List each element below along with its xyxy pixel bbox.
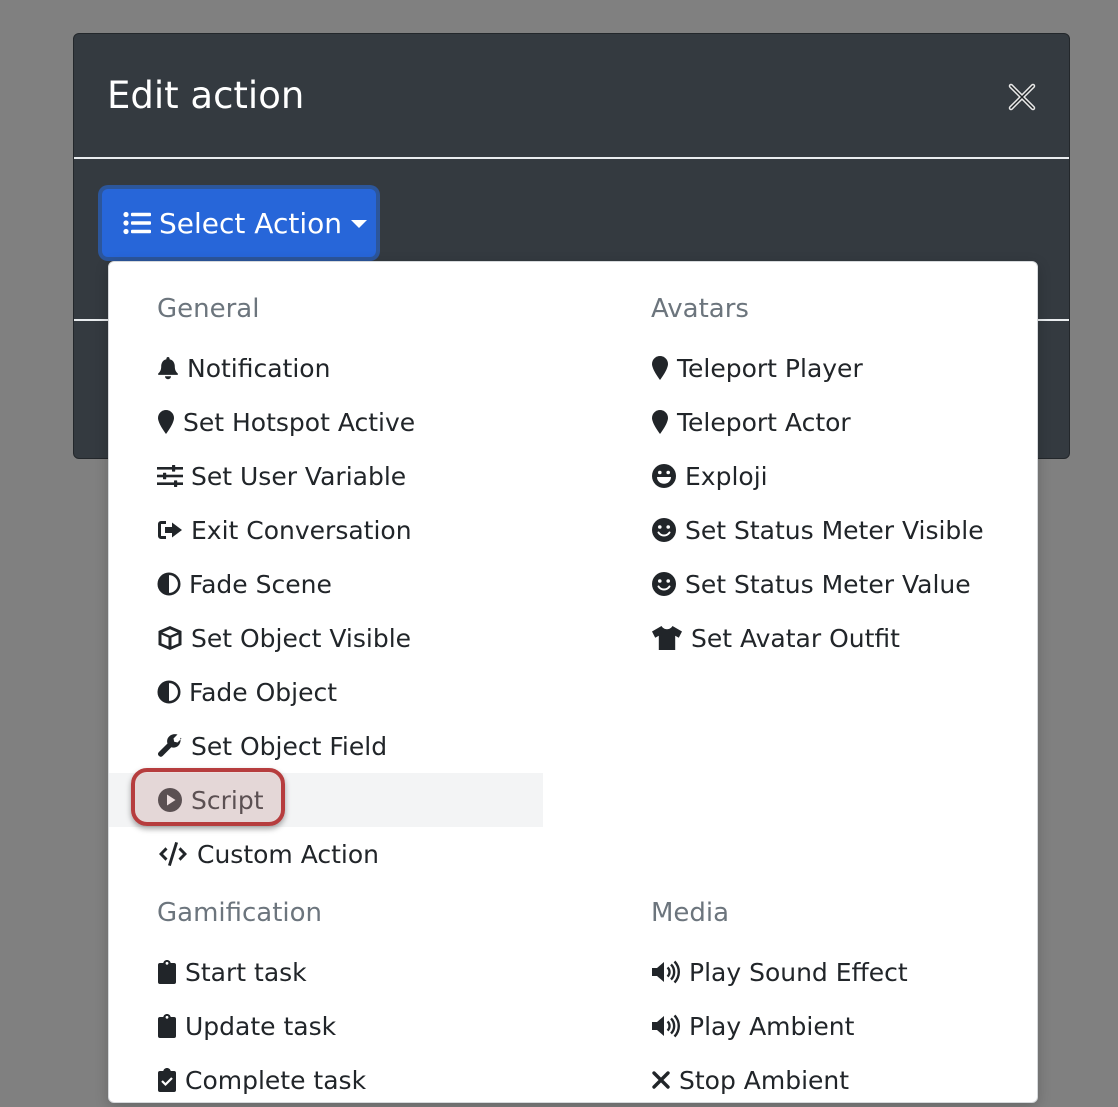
menu-item-set-status-meter-visible[interactable]: Set Status Meter Visible xyxy=(602,503,1032,557)
menu-item-complete-task[interactable]: Complete task xyxy=(109,1053,543,1107)
times-icon xyxy=(651,1069,671,1091)
menu-item-update-task[interactable]: Update task xyxy=(109,999,543,1053)
menu-item-label: Fade Scene xyxy=(189,569,332,599)
menu-item-set-avatar-outfit[interactable]: Set Avatar Outfit xyxy=(602,611,1032,665)
tshirt-icon xyxy=(651,625,683,651)
clipboard-icon xyxy=(157,959,177,985)
menu-item-label: Start task xyxy=(185,957,307,987)
menu-item-label: Play Sound Effect xyxy=(689,957,908,987)
menu-item-start-task[interactable]: Start task xyxy=(109,945,543,999)
menu-item-label: Set Object Field xyxy=(191,731,388,761)
menu-item-label: Set User Variable xyxy=(191,461,407,491)
menu-item-label: Set Object Visible xyxy=(191,623,412,653)
close-icon[interactable] xyxy=(1004,79,1040,115)
menu-item-label: Teleport Player xyxy=(677,353,863,383)
menu-item-exit-conversation[interactable]: Exit Conversation xyxy=(109,503,543,557)
menu-item-label: Set Hotspot Active xyxy=(183,407,416,437)
menu-item-label: Fade Object xyxy=(189,677,338,707)
action-dropdown-menu: General Notification Set Hotspot Active Set… xyxy=(108,261,1038,1103)
menu-item-exploji[interactable]: Exploji xyxy=(602,449,1032,503)
smile-icon xyxy=(651,517,677,543)
menu-item-label: Script xyxy=(191,785,264,815)
menu-item-label: Set Avatar Outfit xyxy=(691,623,900,653)
wrench-icon xyxy=(157,733,183,759)
media-header: Media xyxy=(651,898,730,928)
menu-item-label: Set Status Meter Value xyxy=(685,569,971,599)
menu-item-label: Update task xyxy=(185,1011,337,1041)
volume-icon xyxy=(651,960,681,984)
map-marker-icon xyxy=(651,409,669,435)
adjust-icon xyxy=(157,572,181,596)
menu-item-set-status-meter-value[interactable]: Set Status Meter Value xyxy=(602,557,1032,611)
select-action-label: Select Action xyxy=(159,206,342,240)
list-icon xyxy=(123,211,151,235)
menu-item-label: Exit Conversation xyxy=(191,515,412,545)
play-circle-icon xyxy=(157,787,183,813)
menu-item-set-object-visible[interactable]: Set Object Visible xyxy=(109,611,543,665)
menu-item-stop-ambient[interactable]: Stop Ambient xyxy=(602,1053,1032,1107)
clipboard-icon xyxy=(157,1013,177,1039)
menu-item-set-user-variable[interactable]: Set User Variable xyxy=(109,449,543,503)
smile-icon xyxy=(651,571,677,597)
map-marker-icon xyxy=(157,409,175,435)
cube-icon xyxy=(157,625,183,651)
chevron-down-icon xyxy=(350,220,367,228)
modal-title: Edit action xyxy=(107,74,305,117)
menu-item-label: Exploji xyxy=(685,461,768,491)
menu-item-teleport-actor[interactable]: Teleport Actor xyxy=(602,395,1032,449)
code-icon xyxy=(157,841,189,867)
select-action-button[interactable]: Select Action xyxy=(102,189,376,257)
map-marker-icon xyxy=(651,355,669,381)
menu-item-script[interactable]: Script xyxy=(109,773,543,827)
menu-item-fade-object[interactable]: Fade Object xyxy=(109,665,543,719)
menu-item-fade-scene[interactable]: Fade Scene xyxy=(109,557,543,611)
menu-item-label: Notification xyxy=(187,353,331,383)
menu-item-label: Stop Ambient xyxy=(679,1065,850,1095)
menu-item-teleport-player[interactable]: Teleport Player xyxy=(602,341,1032,395)
general-header: General xyxy=(157,294,260,324)
menu-item-notification[interactable]: Notification xyxy=(109,341,543,395)
menu-item-set-object-field[interactable]: Set Object Field xyxy=(109,719,543,773)
menu-item-label: Custom Action xyxy=(197,839,380,869)
grin-icon xyxy=(651,463,677,489)
menu-item-label: Complete task xyxy=(185,1065,367,1095)
menu-item-play-ambient[interactable]: Play Ambient xyxy=(602,999,1032,1053)
menu-item-custom-action[interactable]: Custom Action xyxy=(109,827,543,881)
avatars-header: Avatars xyxy=(651,294,749,324)
menu-item-label: Set Status Meter Visible xyxy=(685,515,984,545)
volume-icon xyxy=(651,1014,681,1038)
adjust-icon xyxy=(157,680,181,704)
clipboard-check-icon xyxy=(157,1067,177,1093)
menu-item-set-hotspot-active[interactable]: Set Hotspot Active xyxy=(109,395,543,449)
bell-icon xyxy=(157,356,179,380)
gamification-header: Gamification xyxy=(157,898,323,928)
exit-icon xyxy=(157,519,183,541)
sliders-icon xyxy=(157,465,183,487)
menu-item-label: Play Ambient xyxy=(689,1011,855,1041)
menu-item-label: Teleport Actor xyxy=(677,407,851,437)
menu-item-play-sound-effect[interactable]: Play Sound Effect xyxy=(602,945,1032,999)
header-divider xyxy=(74,157,1069,159)
